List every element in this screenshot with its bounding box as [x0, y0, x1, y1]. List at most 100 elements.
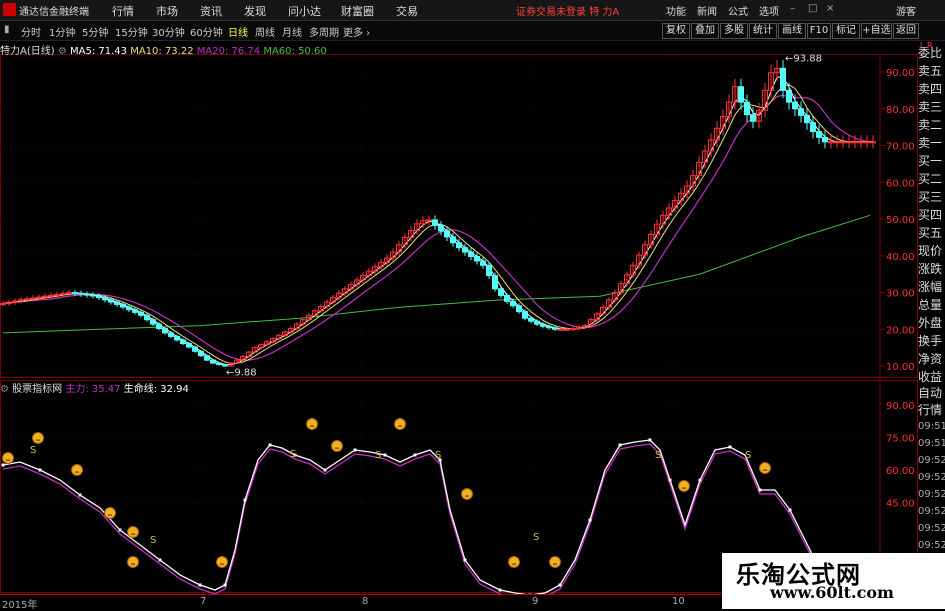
quote-label-14: 总量	[918, 298, 943, 312]
zixuan-button[interactable]: +自选	[861, 23, 892, 39]
x-label-10: 10	[672, 596, 685, 607]
fuquan-button[interactable]: 复权	[662, 23, 690, 39]
toolbar-menu-icon[interactable]: ▮	[4, 24, 10, 35]
candle-body-141	[846, 141, 852, 144]
title-bar: 通达信金融终端 行情 市场 资讯 发现 问小达 财富圈 交易 证券交易未登录 特…	[0, 0, 945, 21]
candle-body-93	[558, 328, 564, 331]
tongji-button[interactable]: 统计	[749, 23, 777, 39]
period-fenshi[interactable]: 分时	[21, 24, 41, 39]
period-weekly[interactable]: 周线	[255, 24, 275, 39]
ma60-line	[2, 214, 871, 334]
candle-body-29	[174, 335, 180, 341]
tick-row-7: 09:52	[918, 506, 945, 517]
quote-label-1: 卖五	[918, 64, 943, 78]
ma5-value: MA5: 71.43	[70, 46, 128, 57]
period-15min[interactable]: 15分钟	[115, 24, 148, 39]
candle-body-25	[150, 319, 156, 325]
watermark-url: www.60lt.com	[770, 583, 894, 602]
life-line-dot-44	[668, 478, 672, 482]
life-line-dot-16	[268, 443, 272, 447]
s-marker-1: S	[150, 535, 156, 546]
close-icon[interactable]: ×	[826, 3, 834, 14]
menu-caifuquan[interactable]: 财富圈	[341, 3, 374, 19]
price-axis-label-7: 20.00	[886, 325, 915, 336]
life-line-dot-40	[618, 443, 622, 447]
candle-body-36	[216, 362, 222, 366]
candle-body-84	[504, 294, 510, 302]
tick-row-5: 09:52	[918, 472, 945, 483]
duogu-button[interactable]: 多股	[720, 23, 748, 39]
candle-body-20	[120, 303, 126, 308]
quote-label-10: 买五	[918, 226, 943, 240]
candle-body-31	[186, 343, 192, 348]
login-status[interactable]: 证券交易未登录 特 力A	[516, 3, 619, 18]
candle-body-79	[474, 255, 480, 262]
kline-chart[interactable]: 90.00 80.00 70.00 60.00 50.00 40.00 30.00 20.00…	[0, 40, 920, 594]
menu-faxian[interactable]: 发现	[244, 3, 266, 19]
menu-gongshi[interactable]: 公式	[728, 3, 748, 18]
life-line-dot-50	[758, 488, 762, 492]
ind-axis-label-1: 75.00	[886, 434, 915, 445]
menu-zixun[interactable]: 资讯	[200, 3, 222, 19]
tick-row-4: 09:52	[918, 455, 945, 466]
menu-jiaoyi[interactable]: 交易	[396, 3, 418, 19]
quote-label-8: 买三	[918, 190, 943, 204]
minimize-icon[interactable]: –	[790, 3, 795, 14]
quote-label-11: 现价	[918, 244, 943, 258]
life-line-dot-14	[243, 498, 247, 502]
guest-button[interactable]: 游客	[896, 3, 916, 18]
period-5min[interactable]: 5分钟	[82, 24, 108, 39]
period-daily[interactable]: 日线	[228, 24, 248, 39]
settings-gear-icon[interactable]: ⚙	[58, 46, 67, 57]
tick-row-0: 自动	[918, 386, 943, 400]
period-60min[interactable]: 60分钟	[190, 24, 223, 39]
quote-label-17: 净资	[918, 352, 943, 366]
indicator-gear-icon[interactable]: ⚙	[0, 384, 9, 395]
candle-body-94	[564, 328, 570, 331]
period-multi[interactable]: 多周期	[309, 24, 339, 39]
period-1min[interactable]: 1分钟	[49, 24, 75, 39]
signal-face-icon	[306, 418, 318, 430]
life-line-dot-10	[198, 583, 202, 587]
menu-gongneng[interactable]: 功能	[666, 3, 686, 18]
biaoji-button[interactable]: 标记	[832, 23, 860, 39]
candle-body-90	[540, 323, 546, 327]
signal-face-icon	[32, 432, 44, 444]
life-line-dot-42	[648, 438, 652, 442]
quote-label-13: 涨幅	[918, 280, 943, 294]
f10-button[interactable]: F10	[807, 23, 831, 39]
price-axis-label-5: 40.00	[886, 252, 915, 263]
menu-shichang[interactable]: 市场	[156, 3, 178, 19]
menu-xuanxiang[interactable]: 选项	[759, 3, 779, 18]
s-marker-7: S	[745, 450, 751, 461]
life-line-dot-0	[1, 463, 5, 467]
diejia-button[interactable]: 叠加	[691, 23, 719, 39]
candle-body-18	[108, 299, 114, 303]
quote-label-7: 买二	[918, 172, 943, 186]
signal-face-icon	[331, 440, 343, 452]
period-30min[interactable]: 30分钟	[152, 24, 185, 39]
candle-body-5	[30, 297, 36, 300]
s-marker-0: S	[30, 445, 36, 456]
life-line-dot-52	[788, 508, 792, 512]
quote-label-12: 涨跌	[918, 262, 943, 276]
maximize-icon[interactable]: □	[808, 3, 817, 14]
menu-wenxiaoda[interactable]: 问小达	[288, 3, 321, 19]
s-marker-4: S	[435, 450, 441, 461]
menu-hangqing[interactable]: 行情	[112, 3, 134, 19]
period-more[interactable]: 更多 ›	[343, 24, 370, 39]
huaxian-button[interactable]: 画线	[778, 23, 806, 39]
candle-body-91	[546, 325, 552, 329]
fanhui-button[interactable]: 返回	[893, 23, 919, 39]
menu-xinwen[interactable]: 新闻	[697, 3, 717, 18]
period-monthly[interactable]: 月线	[282, 24, 302, 39]
tick-row-3: 09:51	[918, 438, 945, 449]
quote-label-16: 换手	[918, 334, 943, 348]
low-annotation: ←9.88	[226, 367, 257, 378]
life-line-dot-22	[353, 448, 357, 452]
s-marker-3: S	[375, 450, 381, 461]
price-pane-frame	[0, 54, 918, 378]
signal-face-icon	[127, 556, 139, 568]
candle-body-133	[798, 108, 804, 116]
candle-body-73	[438, 224, 444, 232]
